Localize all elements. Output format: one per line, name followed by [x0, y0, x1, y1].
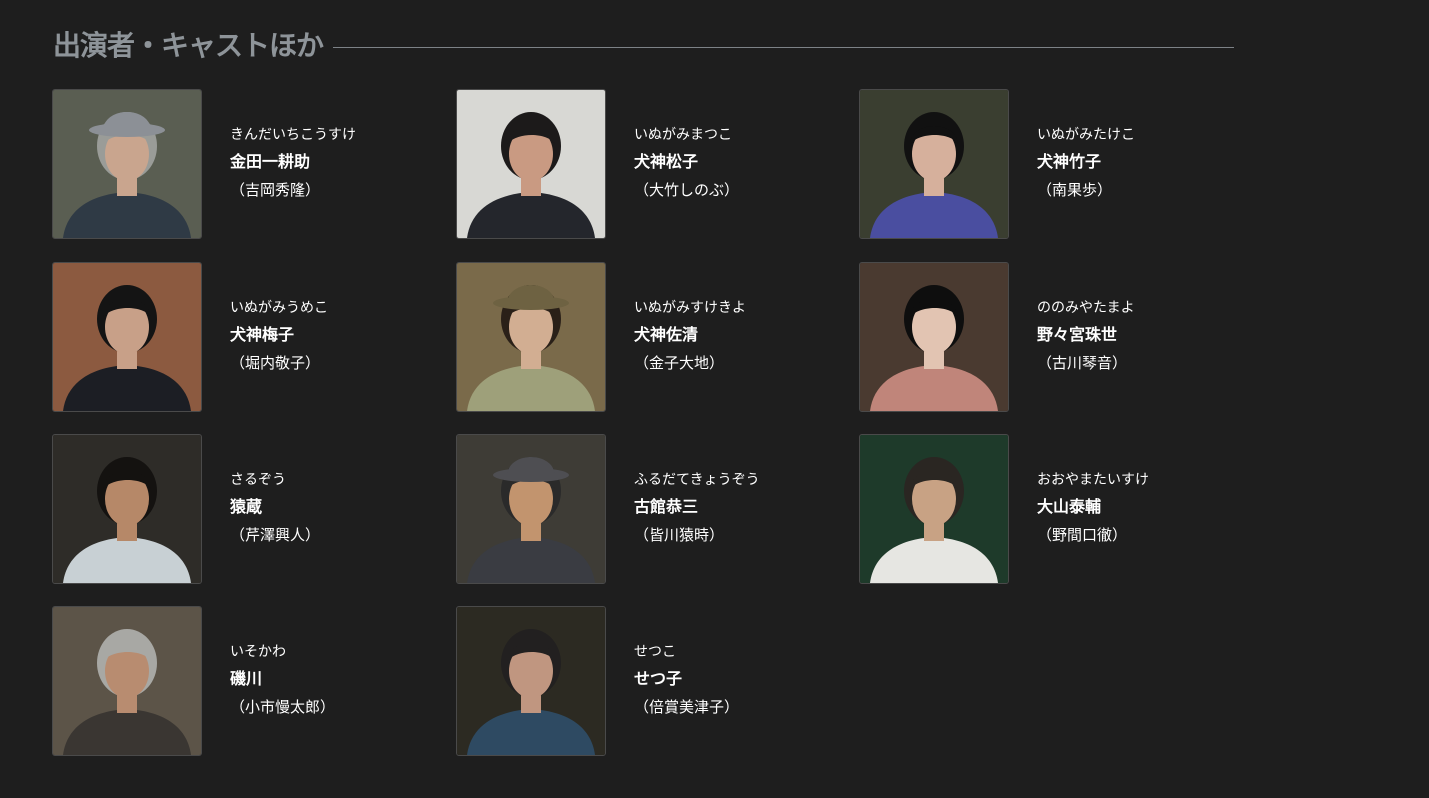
cast-card-isokawa[interactable]: いそかわ 磯川 （小市慢太郎） — [52, 606, 432, 756]
cast-card-umeko[interactable]: いぬがみうめこ 犬神梅子 （堀内敬子） — [52, 262, 432, 412]
cast-actor-name: （大竹しのぶ） — [634, 181, 740, 199]
cast-role-name: 古館恭三 — [634, 497, 699, 516]
section-header: 出演者・キャストほか — [53, 26, 1234, 66]
cast-portrait — [860, 263, 1008, 411]
cast-info: いぬがみたけこ 犬神竹子 （南果歩） — [1037, 125, 1135, 201]
cast-portrait — [457, 90, 605, 238]
section-divider — [333, 46, 1234, 48]
cast-reading: おおやまたいすけ — [1037, 472, 1149, 488]
cast-photo[interactable] — [859, 434, 1009, 584]
cast-actor-name: （小市慢太郎） — [230, 698, 336, 716]
cast-actor-name: （野間口徹） — [1037, 526, 1128, 544]
cast-photo[interactable] — [456, 262, 606, 412]
cast-portrait — [53, 90, 201, 238]
cast-role-name: 猿蔵 — [230, 497, 263, 516]
cast-actor-name: （皆川猿時） — [634, 526, 725, 544]
cast-card-sukekiyo[interactable]: いぬがみすけきよ 犬神佐清 （金子大地） — [456, 262, 836, 412]
cast-reading: いぬがみすけきよ — [634, 300, 746, 316]
cast-role-name: せつ子 — [634, 669, 683, 688]
cast-info: おおやまたいすけ 大山泰輔 （野間口徹） — [1037, 470, 1149, 546]
cast-card-matsuko[interactable]: いぬがみまつこ 犬神松子 （大竹しのぶ） — [456, 89, 836, 239]
cast-card-takeko[interactable]: いぬがみたけこ 犬神竹子 （南果歩） — [859, 89, 1239, 239]
cast-portrait — [457, 607, 605, 755]
cast-actor-name: （金子大地） — [634, 354, 725, 372]
cast-reading: いぬがみうめこ — [230, 300, 328, 316]
cast-actor-name: （堀内敬子） — [230, 354, 321, 372]
cast-reading: ののみやたまよ — [1037, 300, 1135, 316]
cast-card-tamayo[interactable]: ののみやたまよ 野々宮珠世 （古川琴音） — [859, 262, 1239, 412]
cast-reading: ふるだてきょうぞう — [634, 472, 760, 488]
cast-photo[interactable] — [859, 89, 1009, 239]
cast-actor-name: （倍賞美津子） — [634, 698, 740, 716]
cast-reading: きんだいちこうすけ — [230, 127, 356, 143]
cast-role-name: 野々宮珠世 — [1037, 325, 1118, 344]
cast-photo[interactable] — [456, 606, 606, 756]
cast-photo[interactable] — [52, 89, 202, 239]
cast-portrait — [53, 607, 201, 755]
cast-portrait — [53, 435, 201, 583]
cast-card-kindaichi[interactable]: きんだいちこうすけ 金田一耕助 （吉岡秀隆） — [52, 89, 432, 239]
cast-portrait — [53, 263, 201, 411]
cast-reading: せつこ — [634, 644, 676, 660]
cast-reading: いそかわ — [230, 644, 286, 660]
cast-portrait — [457, 263, 605, 411]
cast-card-setsuko[interactable]: せつこ せつ子 （倍賞美津子） — [456, 606, 836, 756]
cast-info: いそかわ 磯川 （小市慢太郎） — [230, 642, 335, 718]
cast-reading: いぬがみたけこ — [1037, 127, 1135, 143]
cast-photo[interactable] — [859, 262, 1009, 412]
cast-role-name: 犬神松子 — [634, 152, 699, 171]
cast-info: いぬがみうめこ 犬神梅子 （堀内敬子） — [230, 298, 328, 374]
cast-role-name: 犬神佐清 — [634, 325, 699, 344]
cast-role-name: 磯川 — [230, 669, 263, 688]
cast-photo[interactable] — [52, 262, 202, 412]
cast-info: ふるだてきょうぞう 古館恭三 （皆川猿時） — [634, 470, 760, 546]
cast-portrait — [860, 90, 1008, 238]
cast-actor-name: （吉岡秀隆） — [230, 181, 321, 199]
cast-info: いぬがみまつこ 犬神松子 （大竹しのぶ） — [634, 125, 739, 201]
cast-role-name: 大山泰輔 — [1037, 497, 1102, 516]
cast-card-saruzo[interactable]: さるぞう 猿蔵 （芹澤興人） — [52, 434, 432, 584]
cast-photo[interactable] — [456, 89, 606, 239]
cast-photo[interactable] — [456, 434, 606, 584]
cast-role-name: 犬神竹子 — [1037, 152, 1102, 171]
cast-reading: さるぞう — [230, 472, 286, 488]
cast-photo[interactable] — [52, 606, 202, 756]
cast-info: せつこ せつ子 （倍賞美津子） — [634, 642, 739, 718]
cast-card-oyama[interactable]: おおやまたいすけ 大山泰輔 （野間口徹） — [859, 434, 1239, 584]
cast-role-name: 金田一耕助 — [230, 152, 311, 171]
cast-actor-name: （南果歩） — [1037, 181, 1113, 199]
cast-actor-name: （古川琴音） — [1037, 354, 1128, 372]
cast-info: いぬがみすけきよ 犬神佐清 （金子大地） — [634, 298, 746, 374]
cast-reading: いぬがみまつこ — [634, 127, 732, 143]
cast-role-name: 犬神梅子 — [230, 325, 295, 344]
cast-info: きんだいちこうすけ 金田一耕助 （吉岡秀隆） — [230, 125, 356, 201]
cast-info: ののみやたまよ 野々宮珠世 （古川琴音） — [1037, 298, 1135, 374]
cast-card-furudate[interactable]: ふるだてきょうぞう 古館恭三 （皆川猿時） — [456, 434, 836, 584]
cast-photo[interactable] — [52, 434, 202, 584]
cast-info: さるぞう 猿蔵 （芹澤興人） — [230, 470, 320, 546]
cast-portrait — [457, 435, 605, 583]
cast-portrait — [860, 435, 1008, 583]
cast-actor-name: （芹澤興人） — [230, 526, 321, 544]
section-title: 出演者・キャストほか — [53, 29, 324, 62]
